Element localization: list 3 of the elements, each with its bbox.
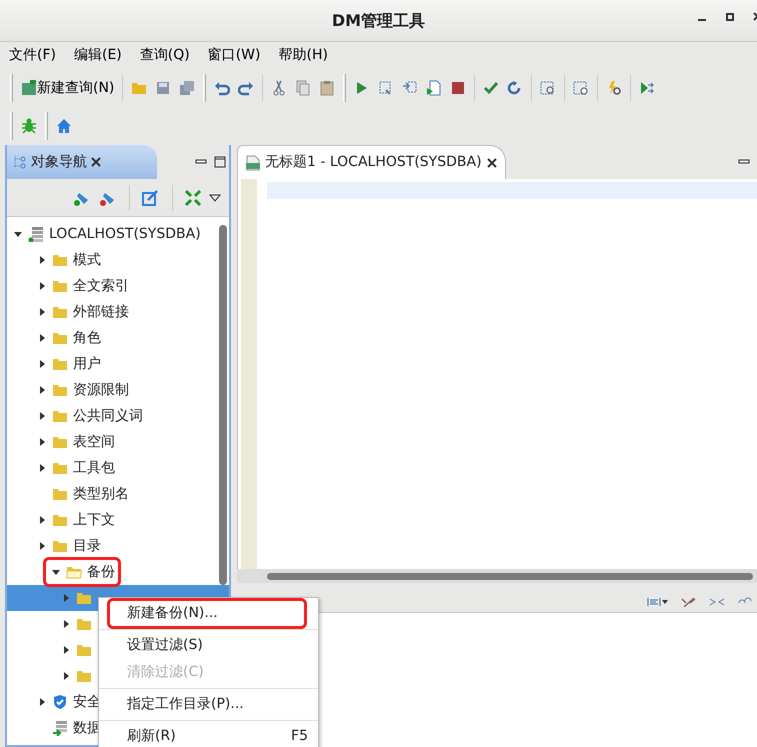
tab-label: 对象导航 xyxy=(31,152,87,172)
tab-label: 无标题1 - LOCALHOST(SYSDBA) xyxy=(265,153,482,172)
window-title: DM管理工具 xyxy=(332,10,426,32)
